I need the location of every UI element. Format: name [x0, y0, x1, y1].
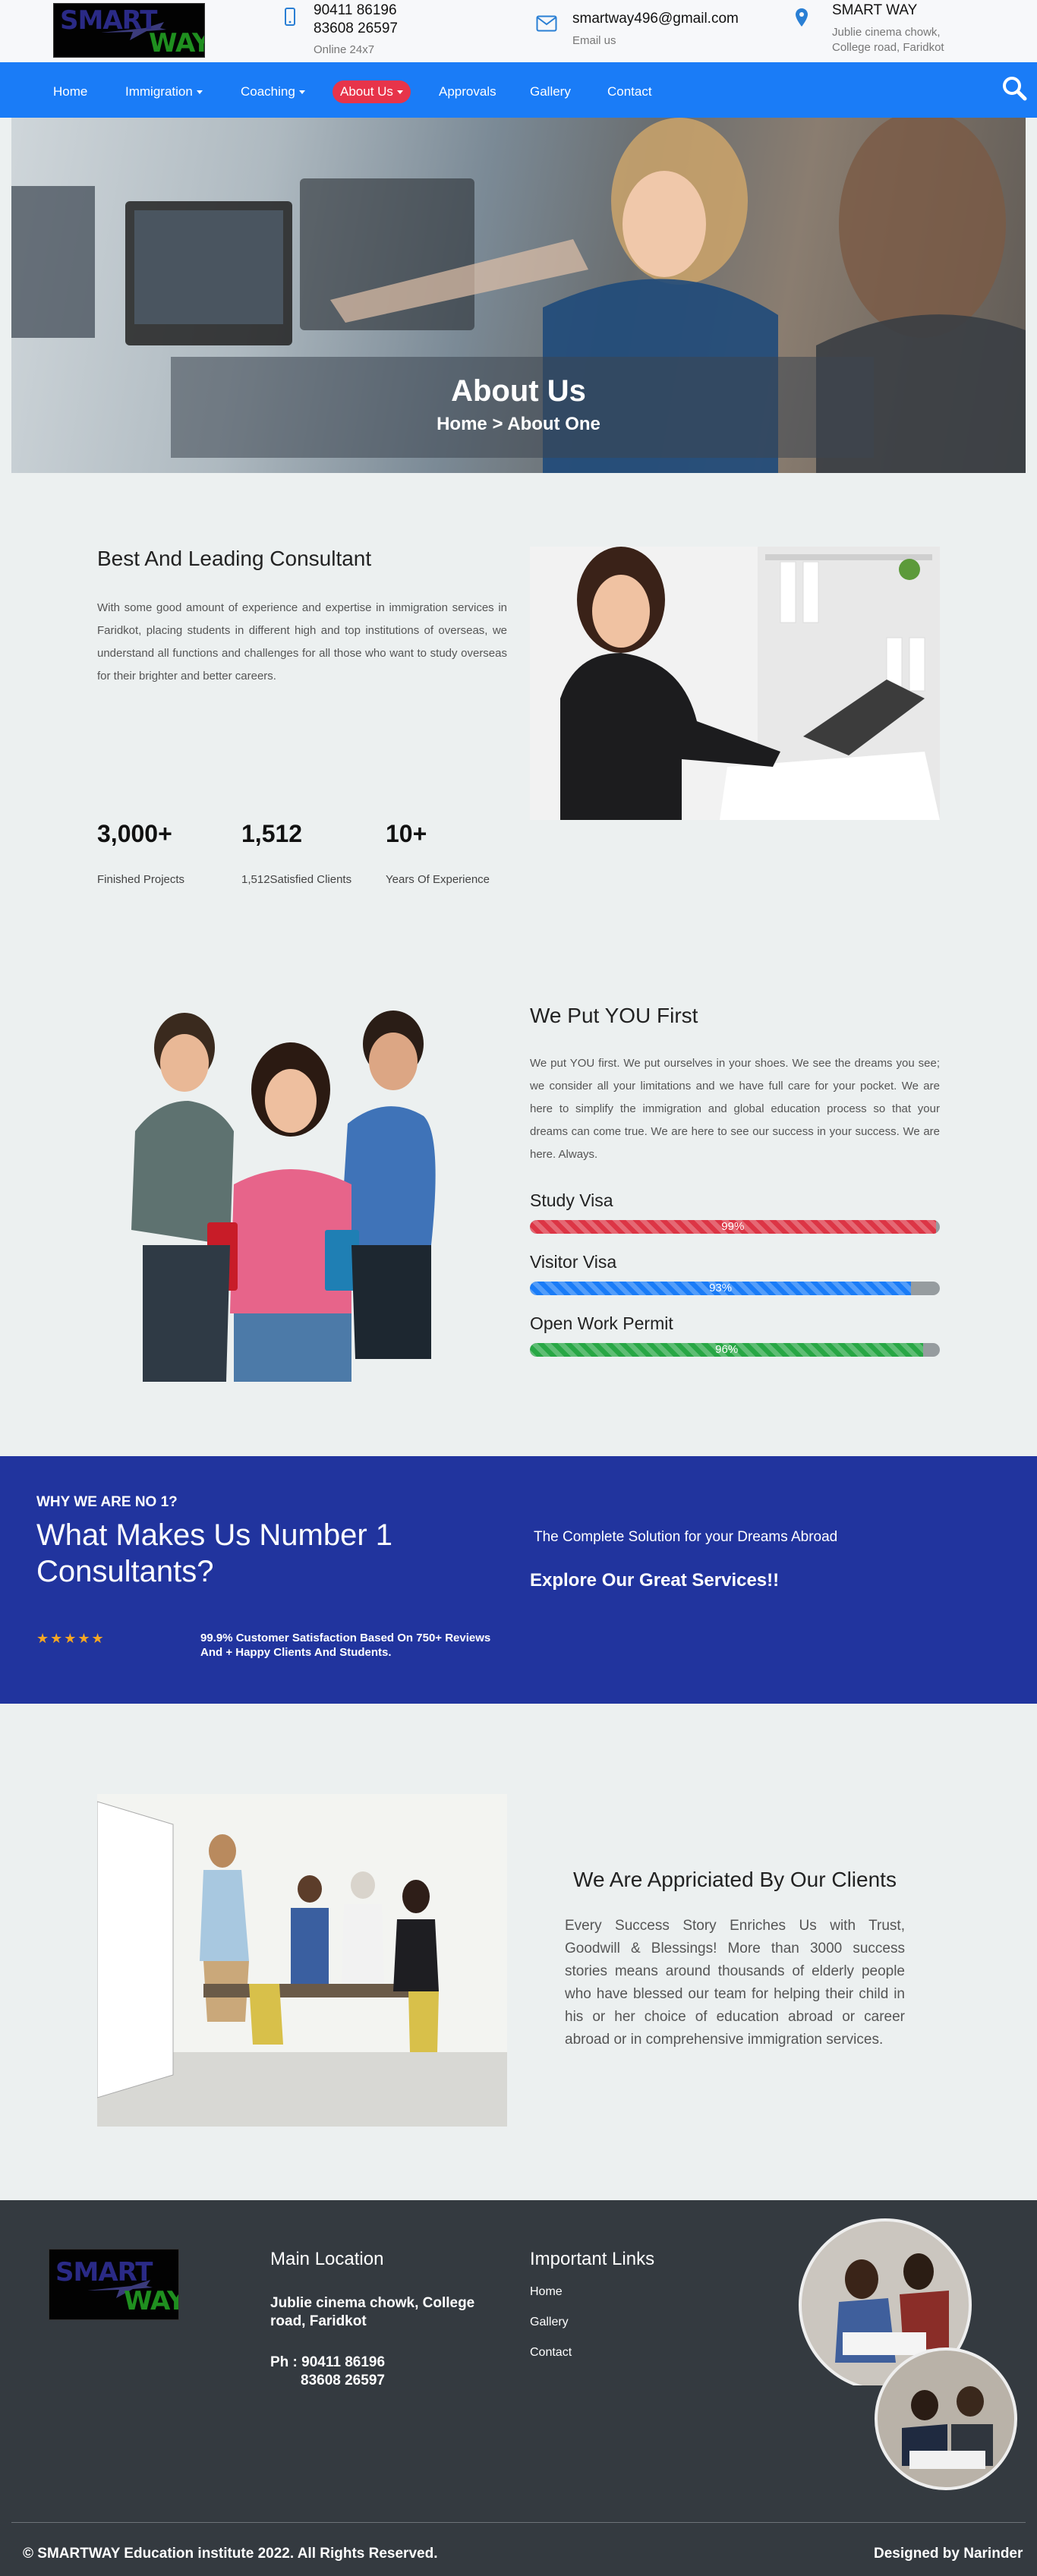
clients-heading: We Are Appriciated By Our Clients	[573, 1868, 897, 1891]
nav-immigration-label: Immigration	[125, 84, 193, 99]
band-title-line-2: Consultants?	[36, 1555, 214, 1588]
footer-logo-text-way: WAY	[124, 2286, 179, 2316]
band-review-line-2: And + Happy Clients And Students.	[200, 1646, 392, 1659]
about-text: With some good amount of experience and …	[97, 601, 507, 683]
footer-links-heading: Important Links	[530, 2249, 655, 2269]
first-text: We put YOU first. We put ourselves in yo…	[530, 1057, 940, 1161]
clients-text: Every Success Story Enriches Us with Tru…	[565, 1918, 905, 2048]
stat-value-projects: 3,000+	[97, 820, 172, 847]
band-solution-text: The Complete Solution for your Dreams Ab…	[534, 1529, 838, 1545]
band-review-line-1: 99.9% Customer Satisfaction Based On 750…	[200, 1632, 491, 1644]
footer-phone-line-2[interactable]: 83608 26597	[301, 2372, 385, 2390]
logo-text-smart: SMART	[60, 5, 157, 36]
breadcrumb[interactable]: Home > About One	[11, 414, 1026, 435]
band-title-line-1: What Makes Us Number 1	[36, 1518, 393, 1552]
location-line-2: College road, Faridkot	[832, 41, 944, 54]
stat-value-clients: 1,512	[241, 820, 303, 847]
footer-link-home[interactable]: Home	[530, 2285, 563, 2299]
first-heading: We Put YOU First	[530, 1004, 698, 1027]
location-line-1: Jublie cinema chowk,	[832, 26, 941, 39]
mobile-phone-icon	[285, 8, 295, 26]
location-pin-icon	[796, 8, 808, 27]
footer-link-contact[interactable]: Contact	[530, 2346, 572, 2360]
hero-title: About Us	[451, 374, 586, 408]
nav-gallery[interactable]: Gallery	[530, 80, 571, 103]
footer-logo[interactable]: SMART WAY	[49, 2249, 179, 2320]
open-work-permit-label: Open Work Permit	[530, 1313, 673, 1333]
nav-about-us-label: About Us	[340, 84, 393, 99]
footer: SMART WAY Main Location Jublie cinema ch…	[0, 2200, 1037, 2576]
why-us-band: WHY WE ARE NO 1? What Makes Us Number 1 …	[0, 1456, 1037, 1704]
band-kicker: WHY WE ARE NO 1?	[36, 1494, 178, 1510]
band-explore-link[interactable]: Explore Our Great Services!!	[530, 1570, 779, 1591]
students-photo	[97, 1002, 454, 1382]
footer-logo-text-smart: SMART	[55, 2257, 153, 2288]
meeting-photo	[97, 1794, 507, 2127]
phone-number-1[interactable]: 90411 86196	[314, 2, 397, 20]
stat-label-years: Years Of Experience	[386, 873, 490, 886]
footer-address-line-1: Jublie cinema chowk, College	[270, 2295, 475, 2311]
top-bar: SMART WAY 90411 86196 83608 26597 Online…	[0, 0, 1037, 62]
location-title: SMART WAY	[832, 2, 918, 18]
footer-phone-line-1[interactable]: Ph : 90411 86196	[270, 2354, 385, 2372]
open-work-permit-progress: 96%	[530, 1343, 940, 1357]
students-photo-art	[131, 1011, 436, 1382]
footer-address-line-2: road, Faridkot	[270, 2313, 367, 2329]
footer-location-heading: Main Location	[270, 2249, 384, 2269]
meeting-photo-art	[97, 1794, 507, 2127]
nav-coaching[interactable]: Coaching	[241, 80, 305, 103]
visitor-visa-label: Visitor Visa	[530, 1252, 617, 1272]
search-icon[interactable]	[1001, 74, 1028, 102]
envelope-icon	[536, 15, 557, 32]
open-work-permit-progress-fill: 96%	[530, 1343, 924, 1357]
consultant-photo-art	[560, 547, 940, 820]
nav-coaching-label: Coaching	[241, 84, 295, 99]
copyright-text: © SMARTWAY Education institute 2022. All…	[23, 2546, 438, 2562]
consultant-photo	[530, 547, 940, 820]
nav-contact[interactable]: Contact	[607, 80, 652, 103]
stat-label-clients: 1,512Satisfied Clients	[241, 873, 352, 886]
study-visa-progress: 99%	[530, 1220, 940, 1234]
designer-credit: Designed by Narinder	[874, 2546, 1023, 2562]
email-address[interactable]: smartway496@gmail.com	[572, 10, 739, 28]
stat-value-years: 10+	[386, 820, 427, 847]
phone-availability: Online 24x7	[314, 43, 375, 56]
about-heading: Best And Leading Consultant	[97, 547, 372, 570]
footer-divider	[11, 2522, 1026, 2523]
stat-label-projects: Finished Projects	[97, 873, 185, 886]
main-navigation: Home Immigration Coaching About Us Appro…	[0, 62, 1037, 118]
nav-about-us[interactable]: About Us	[333, 80, 411, 103]
rating-stars-icon: ★★★★★	[36, 1631, 106, 1646]
site-logo[interactable]: SMART WAY	[53, 3, 205, 58]
hero-banner: About Us Home > About One	[11, 118, 1026, 473]
nav-immigration[interactable]: Immigration	[125, 80, 203, 103]
nav-approvals[interactable]: Approvals	[439, 80, 496, 103]
study-visa-label: Study Visa	[530, 1190, 613, 1210]
footer-team-photo-2	[875, 2347, 1017, 2490]
study-visa-progress-fill: 99%	[530, 1220, 936, 1234]
visitor-visa-progress: 93%	[530, 1282, 940, 1295]
phone-number-2[interactable]: 83608 26597	[314, 20, 398, 38]
logo-text-way: WAY	[149, 28, 205, 58]
email-label: Email us	[572, 34, 616, 47]
visitor-visa-progress-fill: 93%	[530, 1282, 912, 1295]
nav-home[interactable]: Home	[53, 80, 87, 103]
footer-link-gallery[interactable]: Gallery	[530, 2316, 569, 2329]
